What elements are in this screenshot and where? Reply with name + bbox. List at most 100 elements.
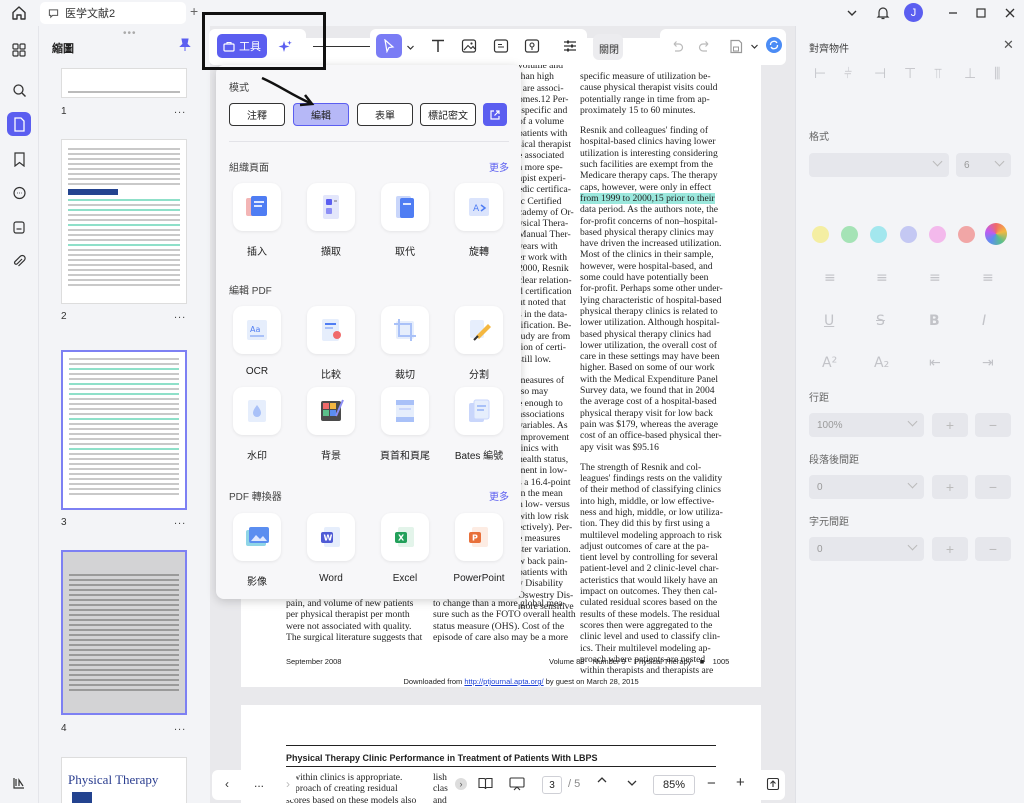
text-tool-icon[interactable] [429,37,447,55]
mode-form-button[interactable]: 表單 [357,103,413,126]
color-swatch-red[interactable] [958,226,975,243]
zoom-level-input[interactable]: 85% [653,775,695,795]
convert-image-tool[interactable]: 影像 [227,513,287,593]
download-link[interactable]: http://ptjournal.apta.org/ [464,677,543,686]
convert-excel-tool[interactable]: X Excel [375,513,435,593]
chevron-down-icon[interactable] [401,38,419,56]
close-icon[interactable]: ✕ [1003,37,1014,53]
subscript-icon[interactable]: A₂ [874,355,889,371]
paragraph-spacing-decrease-button[interactable]: − [975,475,1011,499]
insert-pages-tool[interactable]: 插入 [227,183,287,263]
align-middle-v-icon[interactable]: ⫪ [934,66,942,82]
text-justify-icon[interactable]: ≡ [982,270,994,286]
thumbnail-more-button[interactable]: ... [174,721,186,733]
fit-page-icon[interactable] [766,777,780,794]
ocr-tool[interactable]: Aa OCR [227,306,287,386]
user-avatar[interactable]: J [904,3,923,22]
stamp-icon[interactable] [7,215,31,239]
background-tool[interactable]: 背景 [301,387,361,467]
color-swatch-yellow[interactable] [812,226,829,243]
new-tab-button[interactable]: + [190,3,198,19]
line-spacing-increase-button[interactable]: + [932,413,968,437]
color-swatch-lavender[interactable] [900,226,917,243]
notification-bell-icon[interactable] [873,3,893,23]
location-tool-icon[interactable] [523,37,541,55]
distribute-icon[interactable]: ⫼ [994,66,1000,82]
color-swatch-pink[interactable] [929,226,946,243]
zoom-out-icon[interactable]: − [707,775,716,792]
home-icon[interactable] [10,4,28,22]
rotate-pages-tool[interactable]: A 旋轉 [449,183,509,263]
more-options-button[interactable]: ... [254,776,264,790]
search-icon[interactable] [7,78,31,102]
close-window-icon[interactable] [1000,3,1020,23]
paragraph-spacing-select[interactable]: 0 [809,475,924,499]
chevron-down-icon[interactable] [626,777,638,792]
font-size-select[interactable]: 6 [956,153,1011,177]
comments-icon[interactable] [7,181,31,205]
thumbnail-more-button[interactable]: ... [174,104,186,116]
undo-icon[interactable] [668,37,686,55]
library-icon[interactable] [7,771,31,795]
select-tool-button[interactable] [376,34,402,58]
chevron-down-icon[interactable] [745,37,763,55]
open-external-button[interactable] [483,103,507,126]
expand-icon[interactable]: › [455,778,467,790]
color-swatch-cyan[interactable] [870,226,887,243]
align-center-h-icon[interactable]: ⫩ [844,66,852,82]
save-icon[interactable] [727,37,745,55]
thumbnail-more-button[interactable]: ... [174,515,186,527]
color-picker-icon[interactable] [985,223,1007,245]
thumbnails-icon[interactable] [7,112,31,136]
grid-view-icon[interactable] [7,38,31,62]
zoom-in-icon[interactable]: + [736,774,745,791]
italic-icon[interactable]: I [982,313,986,329]
minimize-icon[interactable] [943,3,963,23]
page-thumbnail-3[interactable] [61,350,187,510]
align-right-icon[interactable]: ⊣ [874,66,886,82]
superscript-icon[interactable]: A² [822,355,837,371]
text-align-right-icon[interactable]: ≡ [929,270,941,286]
page-thumbnail-1[interactable] [61,68,187,98]
split-tool[interactable]: 分割 [449,306,509,386]
settings-sliders-icon[interactable] [561,37,579,55]
chevron-right-icon[interactable]: › [286,777,290,791]
indent-icon[interactable]: ⇥ [982,355,994,371]
align-bottom-icon[interactable]: ⊥ [964,66,976,82]
align-left-icon[interactable]: ⊢ [814,66,826,82]
page-thumbnail-4[interactable] [61,550,187,715]
outdent-icon[interactable]: ⇤ [929,355,941,371]
text-align-left-icon[interactable]: ≡ [824,270,836,286]
extract-pages-tool[interactable]: 擷取 [301,183,361,263]
presentation-icon[interactable] [509,777,525,794]
strikethrough-icon[interactable]: S [876,313,885,329]
font-family-select[interactable] [809,153,949,177]
attachment-icon[interactable] [7,249,31,273]
document-tab[interactable]: 医学文献2 [40,2,186,24]
chevron-down-icon[interactable] [842,3,862,23]
page-thumbnail-2[interactable] [61,139,187,304]
underline-icon[interactable]: U [824,313,834,329]
line-spacing-select[interactable]: 100% [809,413,924,437]
redo-icon[interactable] [696,37,714,55]
thumbnail-more-button[interactable]: ... [174,309,186,321]
panel-resize-handle[interactable]: ••• [123,28,137,39]
convert-word-tool[interactable]: W Word [301,513,361,593]
paragraph-spacing-increase-button[interactable]: + [932,475,968,499]
character-spacing-increase-button[interactable]: + [932,537,968,561]
bookmark-icon[interactable] [7,147,31,171]
reading-mode-icon[interactable] [478,777,493,793]
text-align-center-icon[interactable]: ≡ [876,270,888,286]
replace-pages-tool[interactable]: 取代 [375,183,435,263]
page-thumbnail-5[interactable]: Physical Therapy [61,757,187,803]
crop-tool[interactable]: 裁切 [375,306,435,386]
pin-icon[interactable] [179,38,191,55]
character-spacing-decrease-button[interactable]: − [975,537,1011,561]
close-edit-button[interactable]: 關閉 [599,41,619,56]
sync-icon[interactable] [765,36,783,54]
bold-icon[interactable]: B [929,313,940,329]
color-swatch-green[interactable] [841,226,858,243]
bates-number-tool[interactable]: Bates 編號 [449,387,509,467]
current-page-input[interactable]: 3 [542,776,562,794]
character-spacing-select[interactable]: 0 [809,537,924,561]
